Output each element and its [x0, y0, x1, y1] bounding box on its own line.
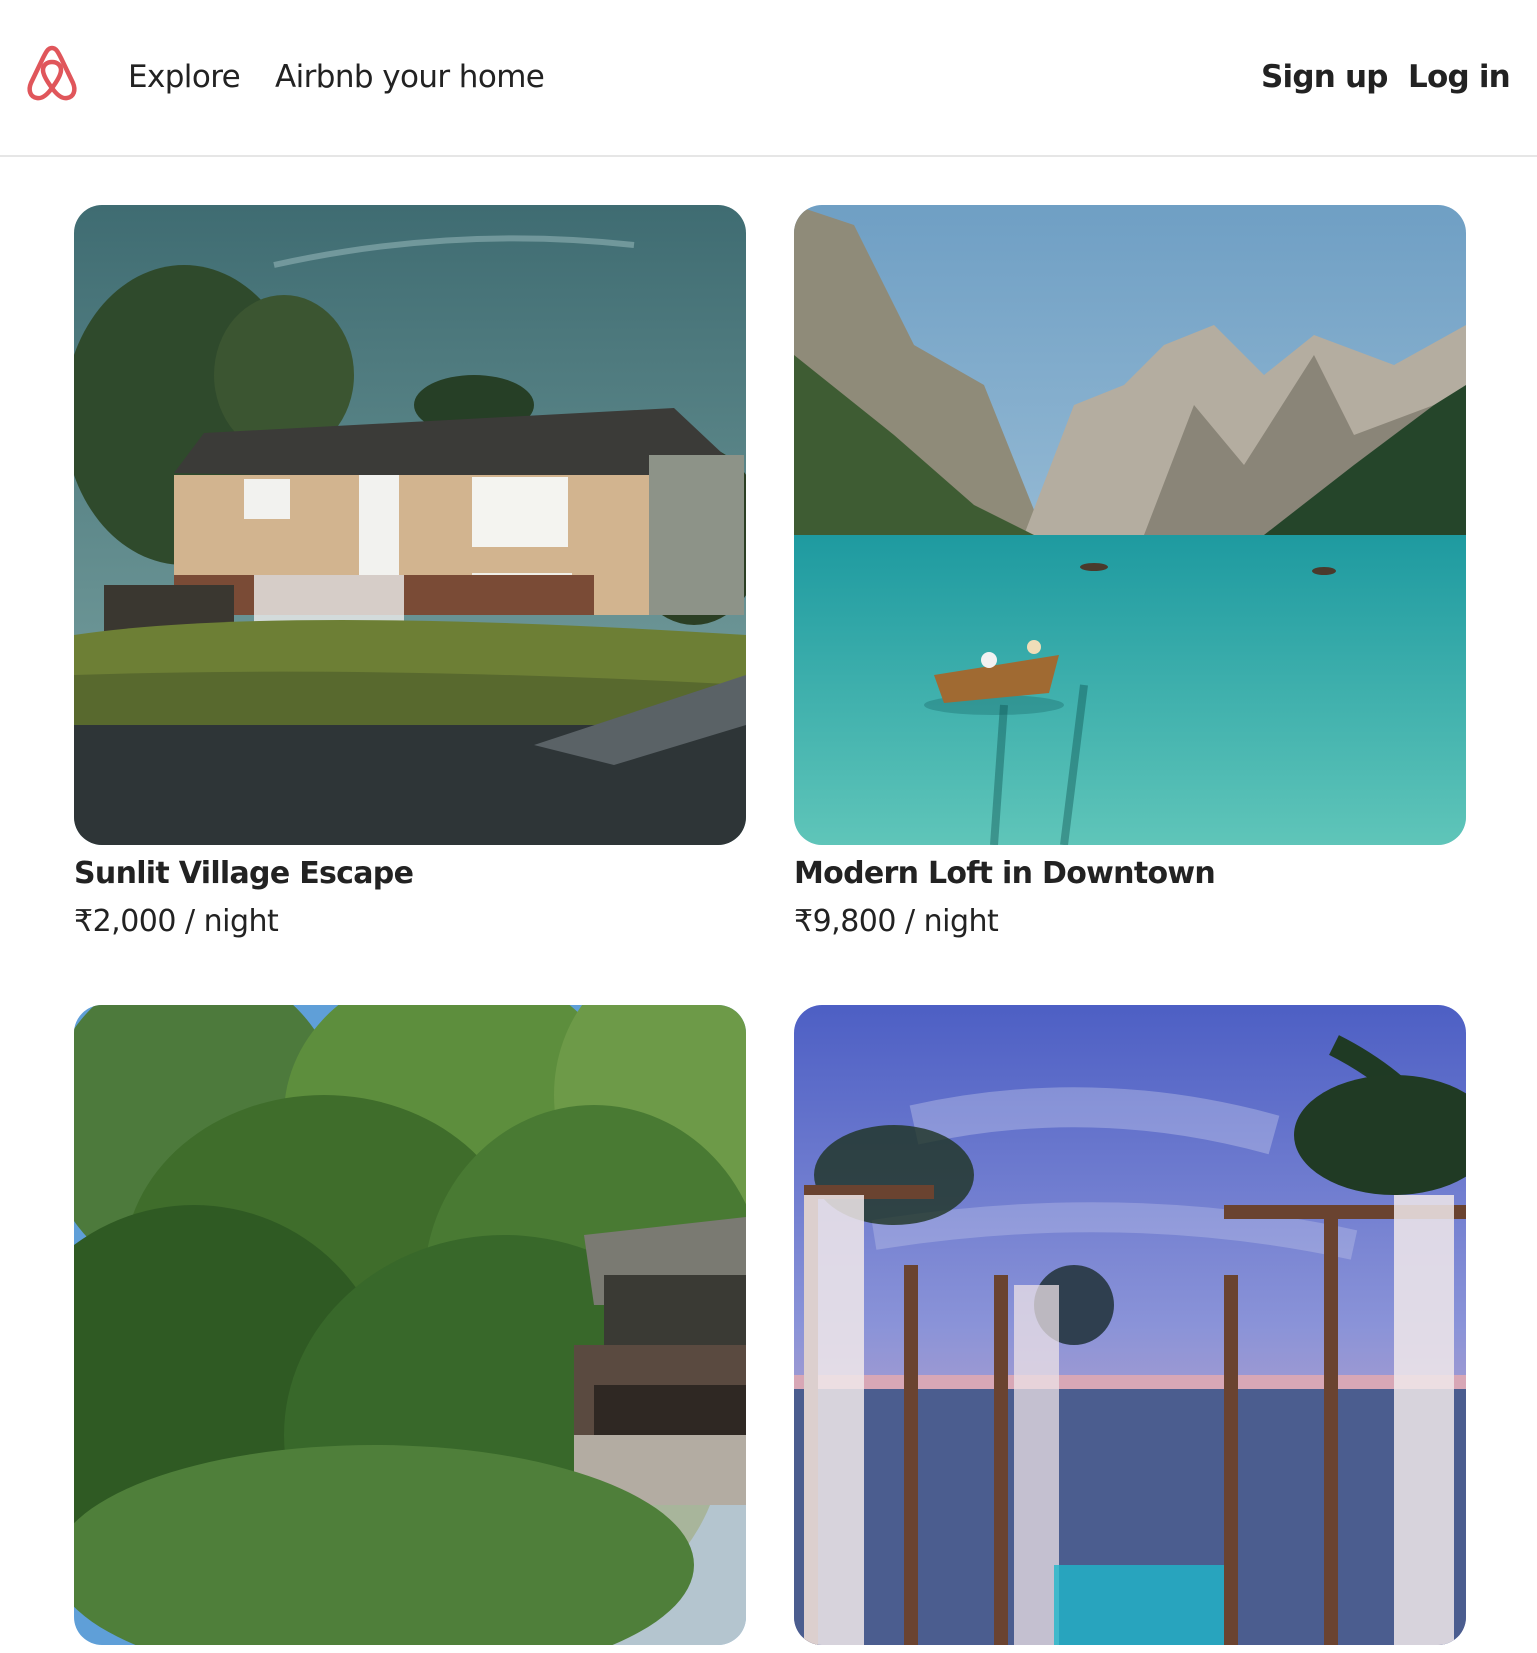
listing-card[interactable]	[74, 1005, 746, 1653]
airbnb-logo-icon[interactable]	[24, 44, 80, 102]
top-navbar: Explore Airbnb your home Sign up Log in	[0, 0, 1537, 157]
listing-title: Modern Loft in Downtown	[794, 856, 1216, 891]
listing-card[interactable]	[794, 1005, 1466, 1653]
listing-title: Sunlit Village Escape	[74, 856, 414, 891]
nav-airbnb-your-home-link[interactable]: Airbnb your home	[275, 56, 545, 98]
listing-price: ₹2,000 / night	[74, 904, 279, 939]
listing-photo[interactable]	[74, 205, 746, 845]
listing-photo[interactable]	[794, 1005, 1466, 1645]
listing-photo[interactable]	[74, 1005, 746, 1645]
listing-photo[interactable]	[794, 205, 1466, 845]
sign-up-button[interactable]: Sign up	[1261, 56, 1388, 98]
log-in-button[interactable]: Log in	[1408, 56, 1511, 98]
listing-card[interactable]: Sunlit Village Escape ₹2,000 / night	[74, 205, 746, 943]
listing-card[interactable]: Modern Loft in Downtown ₹9,800 / night	[794, 205, 1466, 943]
nav-explore-link[interactable]: Explore	[128, 56, 241, 98]
listing-price: ₹9,800 / night	[794, 904, 999, 939]
